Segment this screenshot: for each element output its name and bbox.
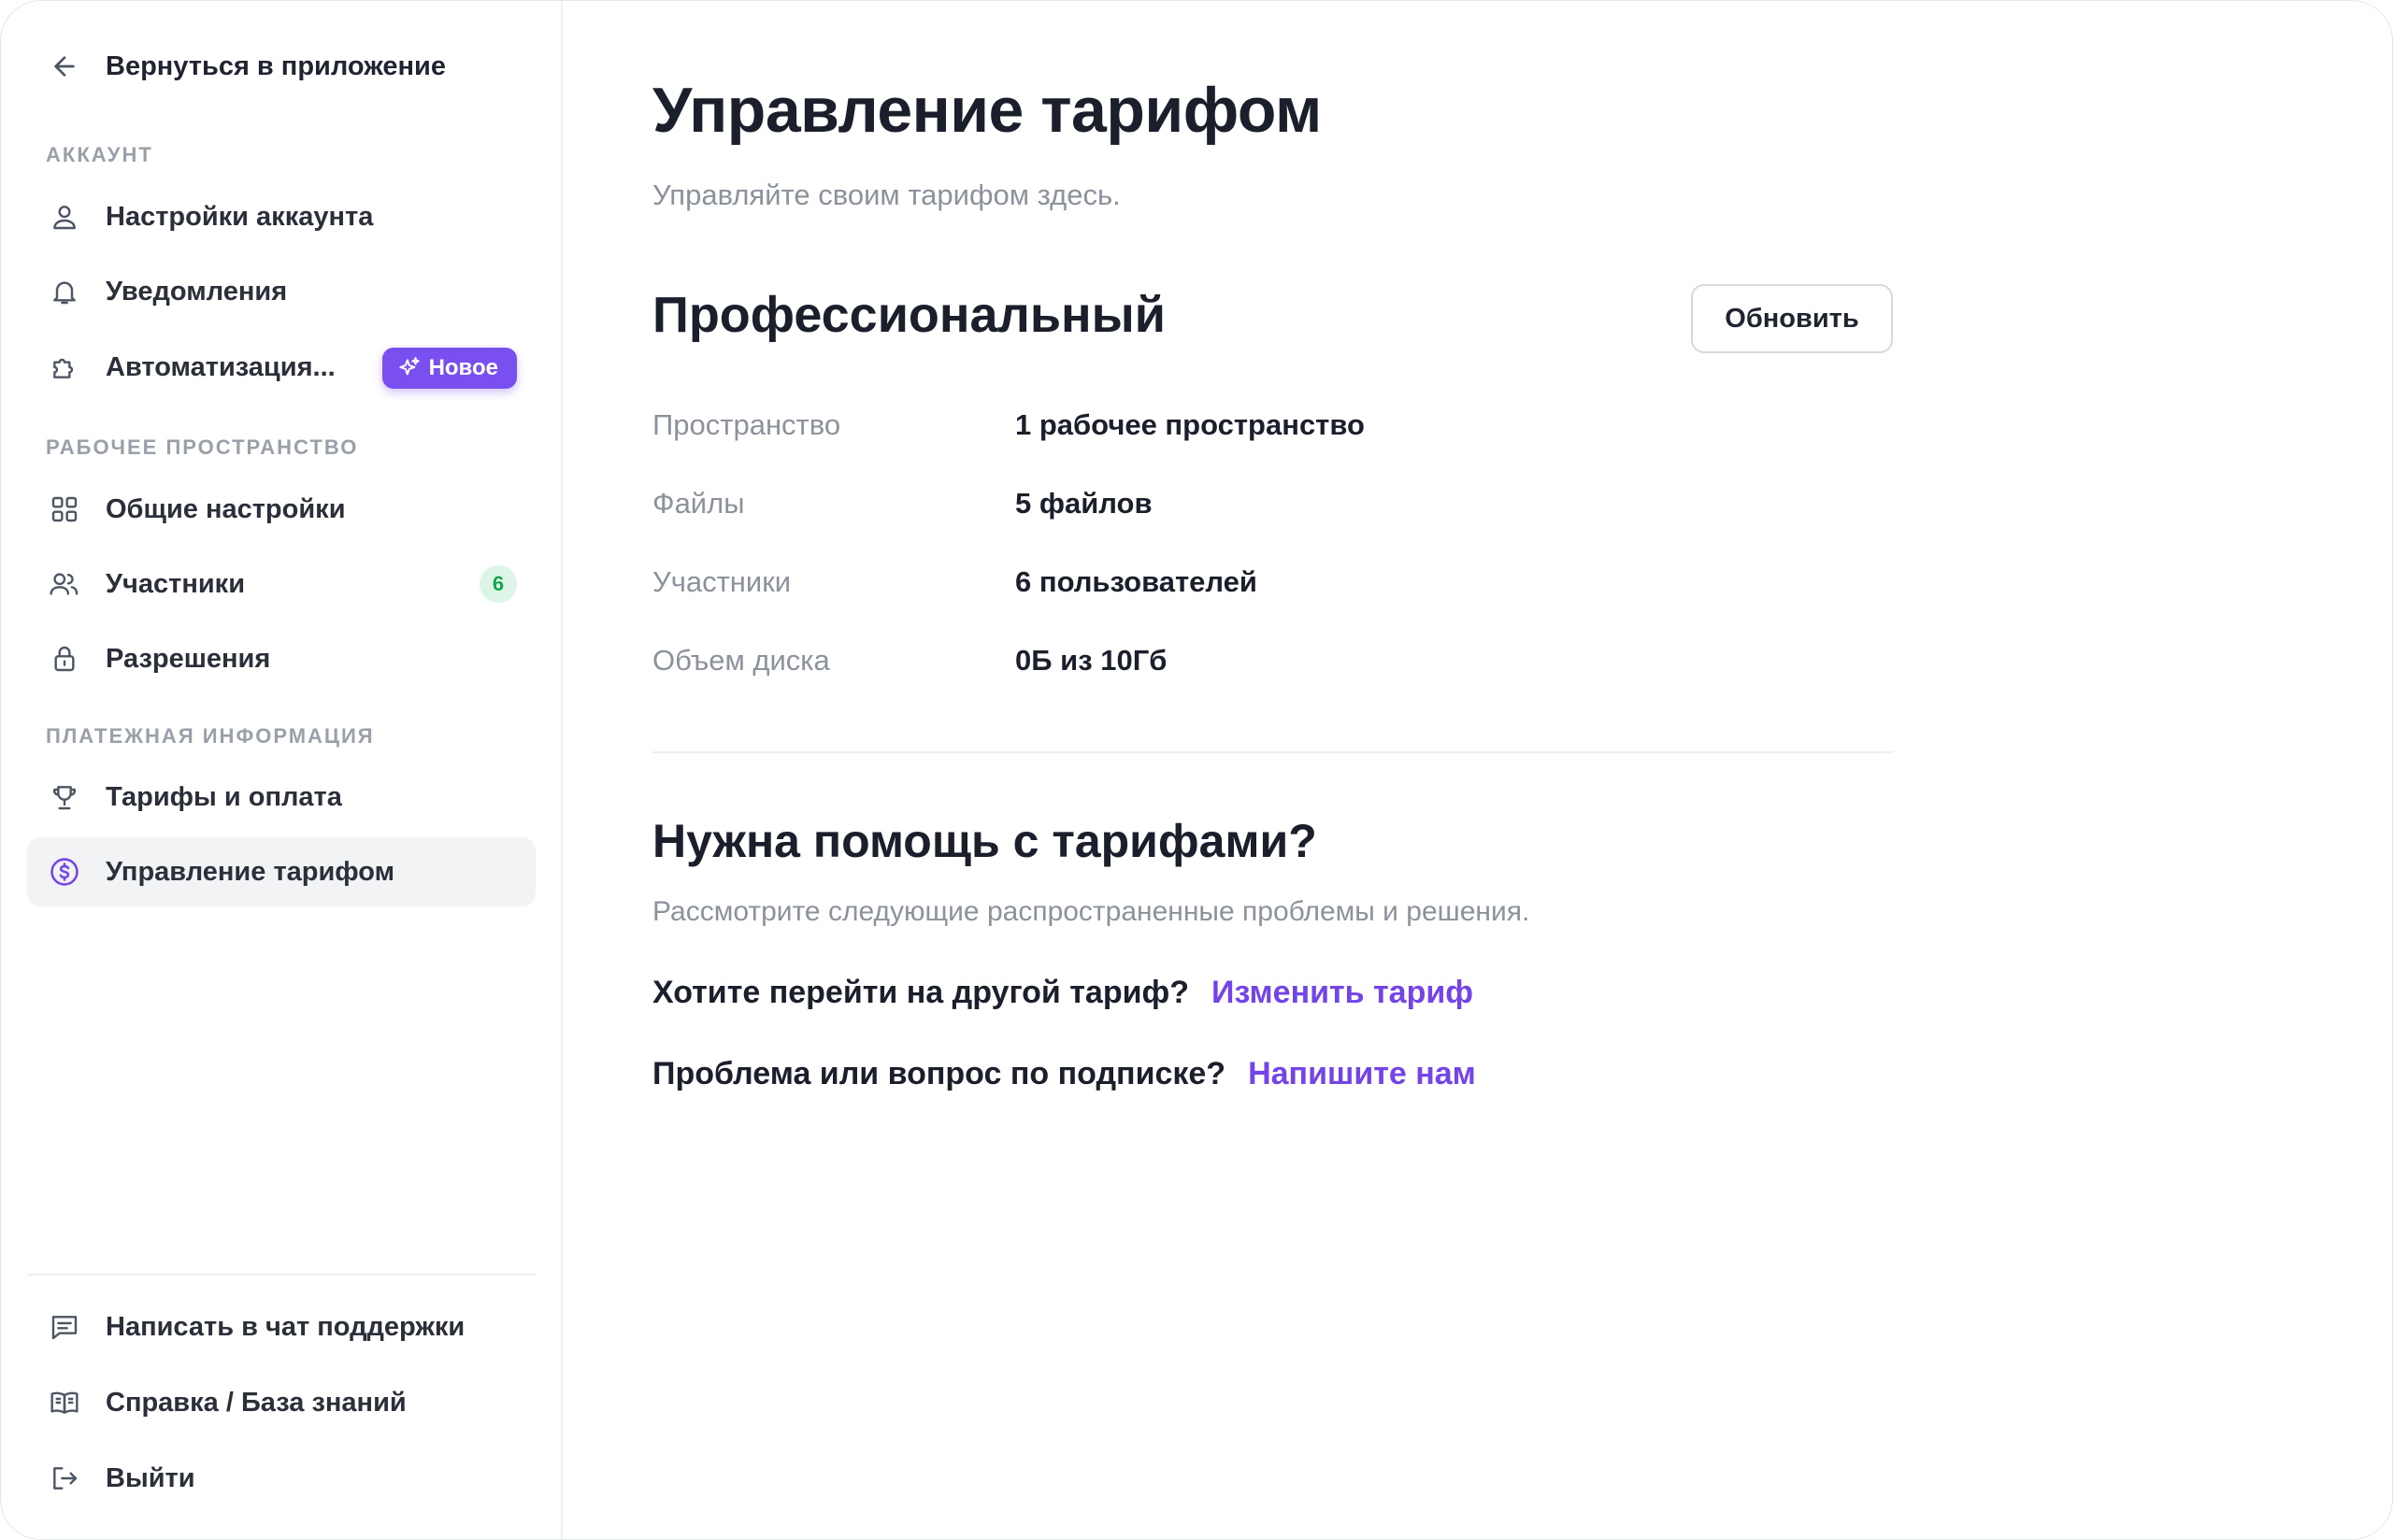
sidebar-item-label: Управление тарифом: [106, 856, 395, 887]
update-button[interactable]: Обновить: [1691, 284, 1893, 353]
main-content: Управление тарифом Управляйте своим тари…: [563, 1, 2392, 1539]
sidebar-item-logout[interactable]: Выйти: [27, 1444, 536, 1513]
plan-detail-value: 6 пользователей: [1015, 565, 1257, 598]
help-title: Нужна помощь с тарифами?: [652, 815, 1317, 867]
dollar-circle-icon: [46, 853, 83, 891]
back-label: Вернуться в приложение: [106, 50, 447, 81]
chat-icon: [46, 1308, 83, 1346]
plan-detail-row: Файлы 5 файлов: [652, 485, 1153, 522]
sidebar-item-general-settings[interactable]: Общие настройки: [27, 475, 536, 544]
sidebar-item-label: Автоматизация...: [106, 351, 336, 382]
sidebar-item-account-settings[interactable]: Настройки аккаунта: [27, 182, 536, 251]
members-count-badge: 6: [480, 565, 517, 603]
section-title-billing: Платежная информация: [46, 724, 375, 748]
section-title-account: Аккаунт: [46, 143, 153, 166]
plan-detail-row: Пространство 1 рабочее пространство: [652, 406, 1365, 444]
book-icon: [46, 1384, 83, 1421]
arrow-left-icon: [46, 48, 83, 85]
contact-us-link[interactable]: Напишите нам: [1248, 1056, 1476, 1092]
plan-name: Профессиональный: [652, 287, 1166, 343]
plan-detail-key: Объем диска: [652, 644, 830, 677]
sidebar-item-permissions[interactable]: Разрешения: [27, 624, 536, 693]
help-item-contact: Проблема или вопрос по подписке? Напишит…: [652, 1056, 1476, 1092]
plan-detail-value: 0Б из 10Гб: [1015, 644, 1168, 677]
logout-icon: [46, 1460, 83, 1497]
puzzle-icon: [46, 349, 83, 386]
sidebar: Вернуться в приложение Аккаунт Настройки…: [1, 1, 563, 1539]
sidebar-item-label: Справка / База знаний: [106, 1387, 407, 1418]
plan-detail-row: Участники 6 пользователей: [652, 563, 1257, 601]
sidebar-item-label: Написать в чат поддержки: [106, 1311, 466, 1342]
plan-detail-key: Пространство: [652, 408, 841, 441]
help-question: Проблема или вопрос по подписке?: [652, 1056, 1226, 1091]
help-item-change-plan: Хотите перейти на другой тариф? Изменить…: [652, 975, 1473, 1011]
help-subtitle: Рассмотрите следующие распространенные п…: [652, 896, 1530, 927]
back-to-app-link[interactable]: Вернуться в приложение: [46, 40, 446, 93]
plan-detail-value: 1 рабочее пространство: [1015, 408, 1365, 441]
section-divider: [652, 751, 1893, 753]
sidebar-item-notifications[interactable]: Уведомления: [27, 257, 536, 326]
page-subtitle: Управляйте своим тарифом здесь.: [652, 178, 1121, 211]
help-question: Хотите перейти на другой тариф?: [652, 975, 1190, 1010]
sidebar-item-help-center[interactable]: Справка / База знаний: [27, 1368, 536, 1437]
sidebar-item-members[interactable]: Участники 6: [27, 549, 536, 619]
grid-icon: [46, 491, 83, 528]
sidebar-item-support-chat[interactable]: Написать в чат поддержки: [27, 1292, 536, 1362]
lock-icon: [46, 640, 83, 677]
section-title-workspace: Рабочее пространство: [46, 435, 359, 459]
new-badge-label: Новое: [428, 355, 498, 380]
change-plan-link[interactable]: Изменить тариф: [1211, 975, 1473, 1011]
sidebar-item-label: Уведомления: [106, 276, 288, 307]
sidebar-item-label: Настройки аккаунта: [106, 201, 374, 232]
plan-detail-row: Объем диска 0Б из 10Гб: [652, 642, 1167, 679]
new-badge: Новое: [381, 348, 517, 389]
plan-detail-key: Участники: [652, 565, 792, 598]
sidebar-item-automation[interactable]: Автоматизация... Новое: [27, 333, 536, 402]
sidebar-divider: [27, 1274, 536, 1276]
sidebar-item-plans-billing[interactable]: Тарифы и оплата: [27, 763, 536, 832]
sidebar-item-label: Общие настройки: [106, 493, 346, 524]
plan-detail-key: Файлы: [652, 487, 745, 520]
sidebar-item-label: Выйти: [106, 1462, 195, 1493]
sidebar-item-label: Участники: [106, 568, 246, 599]
sidebar-item-label: Тарифы и оплата: [106, 781, 342, 812]
sparkles-icon: [397, 356, 422, 380]
bell-icon: [46, 273, 83, 310]
sidebar-item-manage-plan[interactable]: Управление тарифом: [27, 837, 536, 906]
sidebar-item-label: Разрешения: [106, 643, 271, 674]
plan-detail-value: 5 файлов: [1015, 487, 1153, 520]
page-title: Управление тарифом: [652, 75, 1322, 146]
user-icon: [46, 198, 83, 235]
trophy-icon: [46, 778, 83, 816]
app-window: Вернуться в приложение Аккаунт Настройки…: [0, 0, 2393, 1540]
users-icon: [46, 565, 83, 603]
